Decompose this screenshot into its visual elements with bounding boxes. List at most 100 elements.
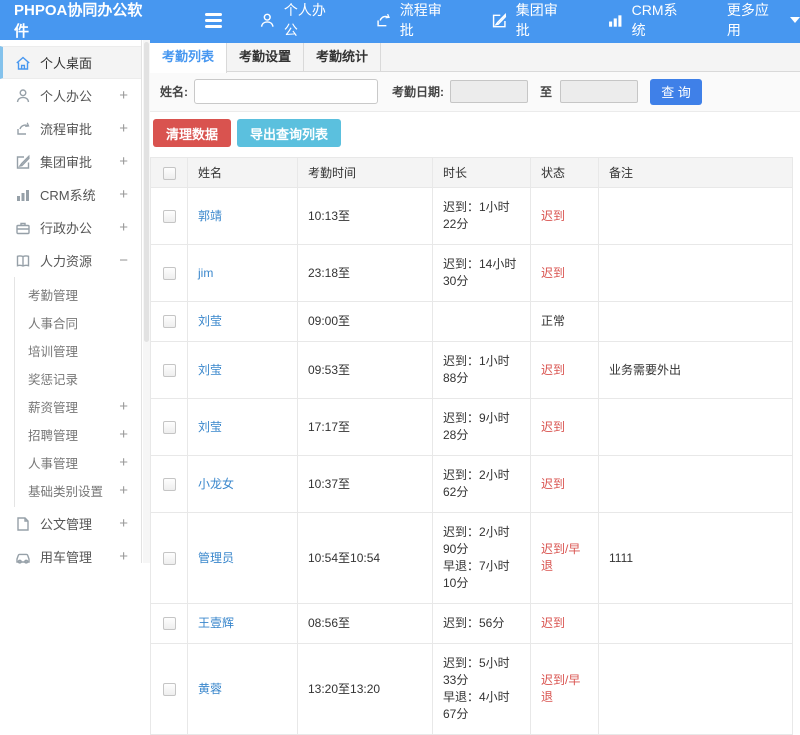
status-text: 迟到 xyxy=(530,398,599,456)
tab-attendance-list[interactable]: 考勤列表 xyxy=(150,43,227,73)
sidebar-item-admin-office[interactable]: 行政办公 + xyxy=(0,211,141,244)
expand-toggle[interactable]: + xyxy=(119,426,128,443)
sidebar-subitem-attendance-management[interactable]: 考勤管理 xyxy=(15,280,141,308)
row-checkbox[interactable] xyxy=(162,266,176,280)
expand-toggle[interactable]: + xyxy=(119,87,128,104)
topnav-label: 集团审批 xyxy=(515,2,558,38)
duration-cell: 迟到：2小时62分 xyxy=(432,455,531,513)
query-button[interactable]: 查 询 xyxy=(650,78,703,105)
sidebar-subitem-base-category-settings[interactable]: 基础类别设置 + xyxy=(15,476,141,504)
table-row: 郭靖 10:13至 迟到：1小时22分 迟到 xyxy=(150,187,793,245)
row-checkbox[interactable] xyxy=(162,209,176,223)
sidebar-subitem-label: 人事管理 xyxy=(28,456,79,471)
sidebar-item-personal-desktop[interactable]: 个人桌面 xyxy=(0,46,141,79)
clear-data-button[interactable]: 清理数据 xyxy=(153,119,232,147)
employee-name-link[interactable]: 管理员 xyxy=(198,551,234,565)
date-range-to-label: 至 xyxy=(540,85,553,99)
tab-bar: 考勤列表 考勤设置 考勤统计 xyxy=(150,43,800,73)
employee-name-link[interactable]: 刘莹 xyxy=(198,363,222,377)
sidebar-item-label: 人力资源 xyxy=(40,254,93,269)
expand-toggle[interactable]: + xyxy=(119,482,128,499)
employee-name-link[interactable]: 黄蓉 xyxy=(198,682,222,696)
row-checkbox[interactable] xyxy=(162,363,176,377)
note-text: 1111 xyxy=(598,512,793,604)
duration-cell: 迟到：9小时28分 xyxy=(432,398,531,456)
duration-cell: 迟到：2小时90分 早退：7小时10分 xyxy=(432,512,531,604)
sidebar-subitem-salary-management[interactable]: 薪资管理 + xyxy=(15,392,141,420)
sidebar-subitem-recruitment-management[interactable]: 招聘管理 + xyxy=(15,420,141,448)
row-checkbox[interactable] xyxy=(162,682,176,696)
expand-toggle[interactable]: + xyxy=(119,515,128,532)
topnav-label: 更多应用 xyxy=(726,2,769,38)
expand-toggle[interactable]: + xyxy=(119,398,128,415)
employee-name-link[interactable]: 王壹辉 xyxy=(198,616,234,630)
employee-name-link[interactable]: 刘莹 xyxy=(198,420,222,434)
employee-name-link[interactable]: 小龙女 xyxy=(198,477,234,491)
topnav-crm-system[interactable]: CRM系统 xyxy=(607,0,690,40)
filter-bar: 姓名: 考勤日期: 至 查 询 xyxy=(150,72,800,112)
employee-name-link[interactable]: 刘莹 xyxy=(198,314,222,328)
expand-toggle[interactable]: + xyxy=(119,219,128,236)
sidebar-subitem-training-management[interactable]: 培训管理 xyxy=(15,336,141,364)
sidebar-item-group-approval[interactable]: 集团审批 + xyxy=(0,145,141,178)
expand-toggle[interactable]: + xyxy=(119,454,128,471)
sidebar-item-document-management[interactable]: 公文管理 + xyxy=(0,507,141,540)
attendance-time: 09:53至 xyxy=(297,341,433,399)
sidebar-subitem-hr-contract[interactable]: 人事合同 xyxy=(15,308,141,336)
sidebar-item-crm-system[interactable]: CRM系统 + xyxy=(0,178,141,211)
topnav-label: CRM系统 xyxy=(631,2,678,38)
attendance-time: 10:37至 xyxy=(297,455,433,513)
expand-toggle[interactable]: + xyxy=(119,153,128,170)
expand-toggle[interactable]: + xyxy=(119,548,128,565)
collapse-toggle[interactable]: − xyxy=(119,252,128,269)
sidebar-subitem-reward-punishment[interactable]: 奖惩记录 xyxy=(15,364,141,392)
topnav-personal-office[interactable]: 个人办公 xyxy=(259,0,338,40)
note-text xyxy=(598,398,793,456)
employee-name-link[interactable]: 郭靖 xyxy=(198,209,222,223)
topbar: PHPOA协同办公软件 个人办公 流程审批 集团审批 CRM系统 更多应用 xyxy=(0,0,800,40)
expand-toggle[interactable]: + xyxy=(119,186,128,203)
export-list-button[interactable]: 导出查询列表 xyxy=(237,119,342,147)
column-header-name: 姓名 xyxy=(187,157,298,188)
edit-icon xyxy=(15,154,31,170)
table-row: 黄蓉 13:20至13:20 迟到：5小时33分 早退：4小时67分 迟到/早退 xyxy=(150,643,793,735)
duration-cell: 迟到：1小时88分 xyxy=(432,341,531,399)
date-from-input[interactable] xyxy=(450,80,528,103)
workflow-icon xyxy=(15,121,31,137)
table-header-row: 姓名 考勤时间 时长 状态 备注 xyxy=(150,157,793,188)
row-checkbox[interactable] xyxy=(162,315,176,329)
expand-toggle[interactable]: + xyxy=(119,120,128,137)
edit-icon xyxy=(491,12,508,29)
date-to-input[interactable] xyxy=(560,80,639,103)
row-checkbox[interactable] xyxy=(162,617,176,631)
sidebar-item-personal-office[interactable]: 个人办公 + xyxy=(0,79,141,112)
scrollbar-thumb[interactable] xyxy=(144,42,149,342)
attendance-time: 09:00至 xyxy=(297,301,433,342)
date-filter-label: 考勤日期: xyxy=(392,85,444,99)
sidebar-item-workflow-approval[interactable]: 流程审批 + xyxy=(0,112,141,145)
menu-toggle-icon[interactable] xyxy=(204,12,223,28)
topnav-workflow-approval[interactable]: 流程审批 xyxy=(375,0,454,40)
name-filter-input[interactable] xyxy=(194,79,378,104)
car-icon xyxy=(15,549,31,565)
column-header-duration: 时长 xyxy=(432,157,531,188)
status-text: 迟到 xyxy=(530,341,599,399)
table-row: 小龙女 10:37至 迟到：2小时62分 迟到 xyxy=(150,455,793,513)
note-text xyxy=(598,301,793,342)
topnav-group-approval[interactable]: 集团审批 xyxy=(491,0,570,40)
sidebar-scrollbar[interactable] xyxy=(143,40,150,563)
tab-attendance-statistics[interactable]: 考勤统计 xyxy=(304,43,381,71)
tab-attendance-settings[interactable]: 考勤设置 xyxy=(227,43,304,71)
status-text: 迟到 xyxy=(530,455,599,513)
attendance-time: 13:20至13:20 xyxy=(297,643,433,735)
select-all-checkbox[interactable] xyxy=(162,166,176,180)
employee-name-link[interactable]: jim xyxy=(198,266,213,280)
sidebar-subitem-personnel-management[interactable]: 人事管理 + xyxy=(15,448,141,476)
topnav-more-apps[interactable]: 更多应用 xyxy=(727,0,800,40)
row-checkbox[interactable] xyxy=(162,420,176,434)
duration-cell xyxy=(432,301,531,342)
note-text xyxy=(598,643,793,735)
sidebar-item-vehicle-management[interactable]: 用车管理 + xyxy=(0,540,141,573)
sidebar-item-human-resources[interactable]: 人力资源 − xyxy=(0,244,141,277)
row-checkbox[interactable] xyxy=(162,477,176,491)
